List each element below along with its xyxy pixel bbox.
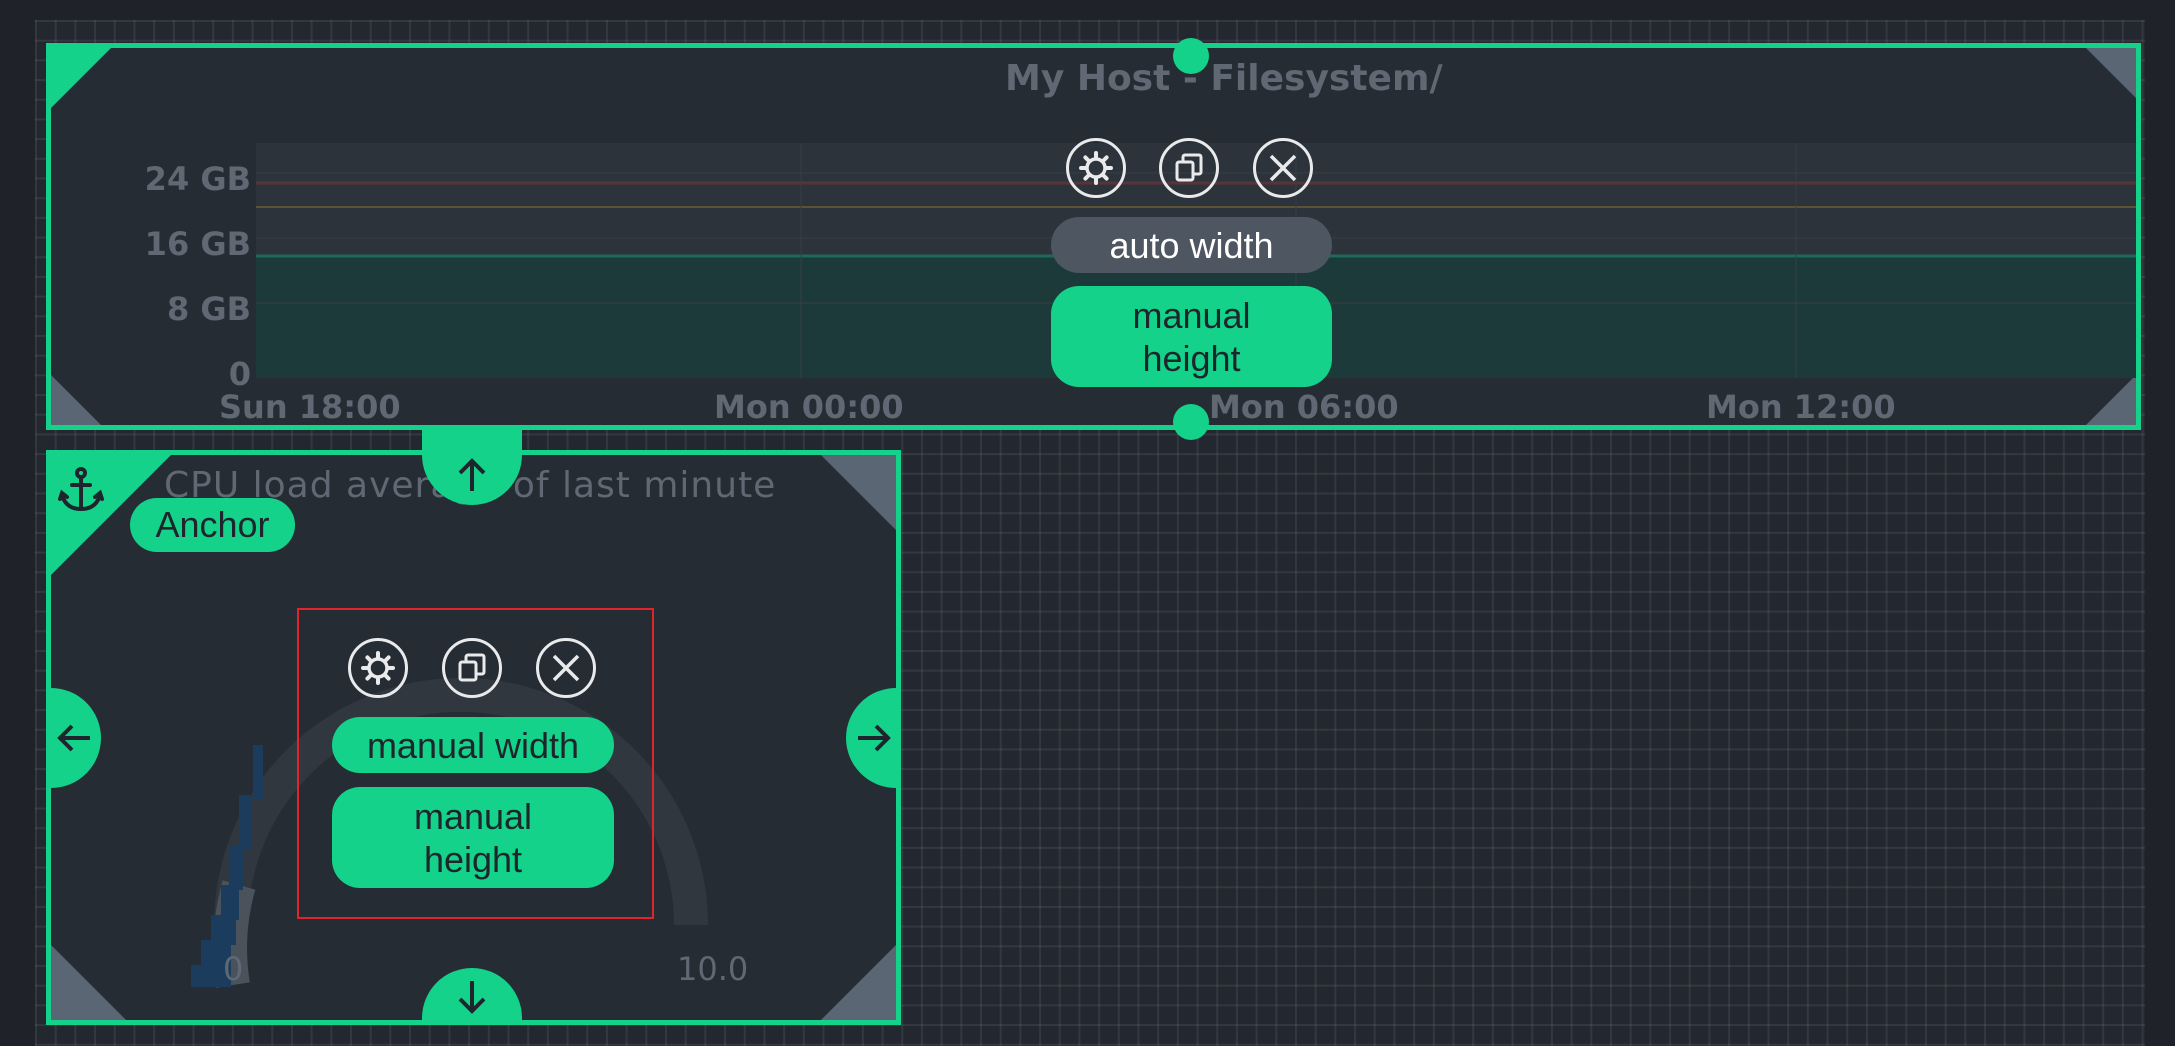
y-tick-label: 16 GB [144, 225, 251, 263]
height-mode-toggle[interactable]: manual height [1051, 286, 1332, 387]
clone-button[interactable] [1159, 138, 1219, 198]
close-icon [552, 654, 580, 682]
settings-button[interactable] [348, 638, 408, 698]
dashlet-title: My Host - Filesystem/ [1005, 58, 1443, 99]
clone-icon [1175, 153, 1203, 182]
height-mode-label: manual height [413, 795, 533, 880]
resize-corner-top-right[interactable] [821, 455, 896, 530]
resize-handle-bottom[interactable] [1173, 404, 1209, 440]
arrow-right-icon [857, 724, 891, 752]
arrow-left-icon [56, 724, 90, 752]
resize-handle-top[interactable] [1173, 38, 1209, 74]
resize-corner-bottom-right[interactable] [2086, 375, 2136, 425]
gauge-max-label: 10.0 [677, 950, 749, 988]
x-tick-label: Mon 00:00 [714, 388, 904, 426]
arrow-up-icon [458, 458, 486, 491]
clone-icon [458, 653, 486, 682]
y-tick-label: 24 GB [144, 160, 251, 198]
arrow-down-icon [458, 980, 486, 1014]
height-mode-toggle[interactable]: manual height [332, 787, 614, 888]
resize-corner-bottom-right[interactable] [821, 945, 896, 1020]
settings-icon [1079, 151, 1113, 185]
resize-corner-top-left[interactable] [51, 48, 111, 108]
anchor-icon [58, 467, 104, 512]
close-button[interactable] [1253, 138, 1313, 198]
width-mode-toggle[interactable]: auto width [1051, 217, 1332, 273]
resize-corner-top-right[interactable] [2086, 48, 2136, 98]
clone-button[interactable] [442, 638, 502, 698]
gauge-min-label: 0 [223, 950, 244, 988]
width-mode-toggle[interactable]: manual width [332, 717, 614, 773]
x-tick-label: Mon 12:00 [1706, 388, 1896, 426]
height-mode-label: manual height [1132, 294, 1251, 379]
close-button[interactable] [536, 638, 596, 698]
anchor-label: Anchor [130, 498, 295, 552]
close-icon [1269, 154, 1297, 182]
x-tick-label: Mon 06:00 [1209, 388, 1399, 426]
x-tick-label: Sun 18:00 [219, 388, 401, 426]
settings-icon [361, 651, 395, 685]
settings-button[interactable] [1066, 138, 1126, 198]
y-tick-label: 8 GB [166, 290, 251, 328]
